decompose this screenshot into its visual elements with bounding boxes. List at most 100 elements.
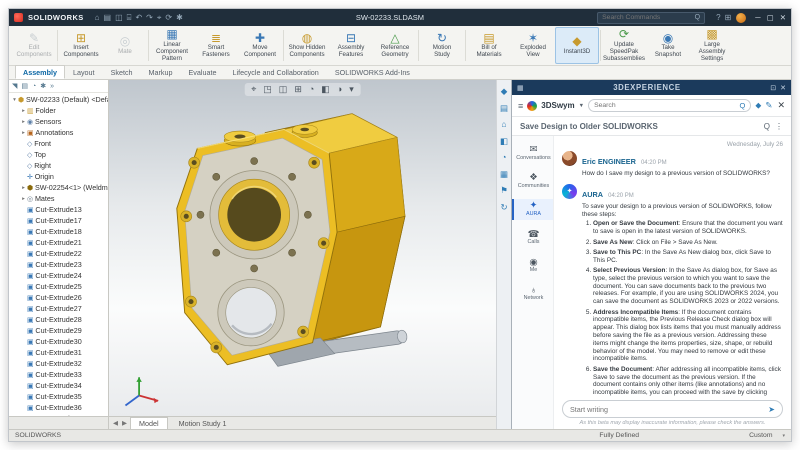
- propertymanager-tab-icon[interactable]: ▤: [21, 82, 28, 90]
- redo-icon[interactable]: ↷: [146, 14, 153, 22]
- send-icon[interactable]: ➤: [768, 405, 775, 414]
- tree-item[interactable]: ▣Cut-Extrude17: [9, 215, 108, 226]
- panel-menu-icon[interactable]: ▦: [517, 84, 524, 92]
- tree-expand-icon[interactable]: ▸: [20, 185, 27, 191]
- ribbon-button-edit-components[interactable]: ✎EditComponents: [12, 27, 56, 64]
- ribbon-button-show-hidden-components[interactable]: ◍Show HiddenComponents: [285, 27, 329, 64]
- tree-item[interactable]: ▣Cut-Extrude33: [9, 369, 108, 380]
- ribbon-button-instant3d[interactable]: ◆Instant3D: [555, 27, 599, 64]
- conversation-search-icon[interactable]: Q: [764, 122, 770, 131]
- app-selector[interactable]: 3DSwym: [541, 101, 574, 110]
- refresh-icon[interactable]: ↻: [500, 203, 507, 212]
- minimize-icon[interactable]: ─: [755, 13, 760, 22]
- tree-item[interactable]: ▣Cut-Extrude23: [9, 259, 108, 270]
- tree-item[interactable]: ▣Cut-Extrude24: [9, 270, 108, 281]
- rail-item-me[interactable]: ◉Me: [512, 256, 553, 276]
- rail-item-network[interactable]: ♁Network: [512, 284, 553, 304]
- user-avatar[interactable]: [736, 13, 746, 23]
- tree-item[interactable]: ▣Cut-Extrude36: [9, 402, 108, 413]
- tree-item[interactable]: ▣Cut-Extrude30: [9, 336, 108, 347]
- configurationmanager-tab-icon[interactable]: ◔: [32, 83, 36, 90]
- expand-pane-icon[interactable]: »: [50, 83, 54, 90]
- ribbon-button-motion-study[interactable]: ↻MotionStudy: [420, 27, 464, 64]
- tree-item[interactable]: ▣Cut-Extrude18: [9, 226, 108, 237]
- tree-item[interactable]: ▣Cut-Extrude34: [9, 380, 108, 391]
- tree-item[interactable]: ▣Cut-Extrude26: [9, 292, 108, 303]
- custom-properties-icon[interactable]: ▦: [500, 170, 508, 179]
- home-icon[interactable]: ⌂: [95, 14, 100, 22]
- tree-item[interactable]: ▣Cut-Extrude31: [9, 347, 108, 358]
- tree-expand-icon[interactable]: ▾: [11, 97, 18, 103]
- graphics-area[interactable]: ⌖◳◫⊞◔◧◑▾: [109, 80, 496, 416]
- tree-item[interactable]: ▣Cut-Extrude21: [9, 237, 108, 248]
- maximize-icon[interactable]: ▢: [767, 13, 774, 22]
- rebuild-icon[interactable]: ⟳: [165, 14, 172, 22]
- command-search[interactable]: Q: [597, 12, 705, 24]
- tree-item[interactable]: ▸⬢SW-02254<1> (Weldment) <W: [9, 182, 108, 193]
- app-selector-chevron-icon[interactable]: ▼: [579, 103, 584, 109]
- tag-icon[interactable]: ⬥: [755, 100, 761, 111]
- open-icon[interactable]: ▤: [104, 14, 112, 22]
- design-library-icon[interactable]: ▤: [500, 104, 508, 113]
- ribbon-button-mate[interactable]: ◎Mate: [103, 27, 147, 64]
- ribbon-button-exploded-view[interactable]: ✶ExplodedView: [511, 27, 555, 64]
- select-icon[interactable]: ⌖: [157, 14, 162, 22]
- ribbon-button-move-component[interactable]: ✚MoveComponent: [238, 27, 282, 64]
- tree-item[interactable]: ▸◎Mates: [9, 193, 108, 204]
- tree-expand-icon[interactable]: ▸: [20, 196, 27, 202]
- tab-forward-icon[interactable]: ▶: [122, 419, 127, 427]
- ribbon-button-bill-of-materials[interactable]: ▤Bill ofMaterials: [467, 27, 511, 64]
- file-explorer-icon[interactable]: ⌂: [501, 120, 506, 129]
- help-icon[interactable]: ?: [716, 14, 720, 22]
- dimxpert-tab-icon[interactable]: ✱: [40, 82, 46, 90]
- rail-item-communities[interactable]: ❖Communities: [512, 171, 553, 191]
- tree-item[interactable]: ▣Cut-Extrude25: [9, 281, 108, 292]
- tab-solidworks-add-ins[interactable]: SOLIDWORKS Add-Ins: [327, 65, 418, 79]
- panel-close-icon[interactable]: ✕: [780, 84, 786, 92]
- close-icon[interactable]: ✕: [780, 13, 786, 22]
- tree-item[interactable]: ▣Cut-Extrude28: [9, 314, 108, 325]
- ribbon-button-smart-fasteners[interactable]: ≣SmartFasteners: [194, 27, 238, 64]
- tree-item[interactable]: ▣Cut-Extrude27: [9, 303, 108, 314]
- tree-item[interactable]: ◇Right: [9, 160, 108, 171]
- tree-expand-icon[interactable]: ▸: [20, 130, 27, 136]
- swym-search[interactable]: Q: [588, 99, 751, 112]
- tab-layout[interactable]: Layout: [65, 65, 103, 79]
- rail-item-aura[interactable]: ✦AURA: [512, 199, 553, 219]
- view-palette-icon[interactable]: ◧: [500, 137, 508, 146]
- tree-item[interactable]: ✛Origin: [9, 171, 108, 182]
- apps-icon[interactable]: ⊞: [725, 14, 732, 22]
- ribbon-button-linear-component-pattern[interactable]: ▦Linear ComponentPattern: [150, 27, 194, 64]
- tab-lifecycle-and-collaboration[interactable]: Lifecycle and Collaboration: [225, 65, 327, 79]
- ribbon-button-insert-components[interactable]: ⊞InsertComponents: [59, 27, 103, 64]
- tree-item[interactable]: ▣Cut-Extrude29: [9, 325, 108, 336]
- panel-restore-icon[interactable]: ⊡: [770, 84, 776, 92]
- tree-item[interactable]: ▸▣Annotations: [9, 127, 108, 138]
- ribbon-button-take-snapshot[interactable]: ◉TakeSnapshot: [646, 27, 690, 64]
- avatar[interactable]: [562, 151, 577, 166]
- tree-item[interactable]: ▣Cut-Extrude35: [9, 391, 108, 402]
- message-input-row[interactable]: ➤: [562, 400, 783, 418]
- appearances-scenes-icon[interactable]: ◔: [501, 153, 506, 162]
- swym-search-input[interactable]: [594, 102, 736, 109]
- 3dexperience-tab-icon[interactable]: ◆: [501, 87, 508, 96]
- tab-assembly[interactable]: Assembly: [15, 65, 65, 79]
- tree-item[interactable]: ▣Cut-Extrude22: [9, 248, 108, 259]
- message-author[interactable]: Eric ENGINEER: [582, 157, 636, 166]
- tab-model[interactable]: Model: [130, 417, 168, 430]
- print-icon[interactable]: ⌸: [127, 14, 132, 22]
- message-input[interactable]: [570, 405, 764, 414]
- tab-motion-study[interactable]: Motion Study 1: [170, 417, 236, 430]
- tree-item[interactable]: ▣Cut-Extrude13: [9, 204, 108, 215]
- command-search-input[interactable]: [602, 14, 692, 21]
- ribbon-button-assembly-features[interactable]: ⊟AssemblyFeatures: [329, 27, 373, 64]
- tree-item[interactable]: ▸◉Sensors: [9, 116, 108, 127]
- hamburger-icon[interactable]: ≡: [518, 101, 523, 111]
- tree-item[interactable]: ▣Cut-Extrude32: [9, 358, 108, 369]
- tab-back-icon[interactable]: ◀: [113, 419, 118, 427]
- tree-item[interactable]: ▾⬢SW-02233 (Default) <Default_Displ: [9, 94, 108, 105]
- forum-icon[interactable]: ⚑: [500, 186, 508, 195]
- tree-expand-icon[interactable]: ▸: [20, 108, 27, 114]
- tree-item[interactable]: ▸▥Folder: [9, 105, 108, 116]
- tab-sketch[interactable]: Sketch: [103, 65, 141, 79]
